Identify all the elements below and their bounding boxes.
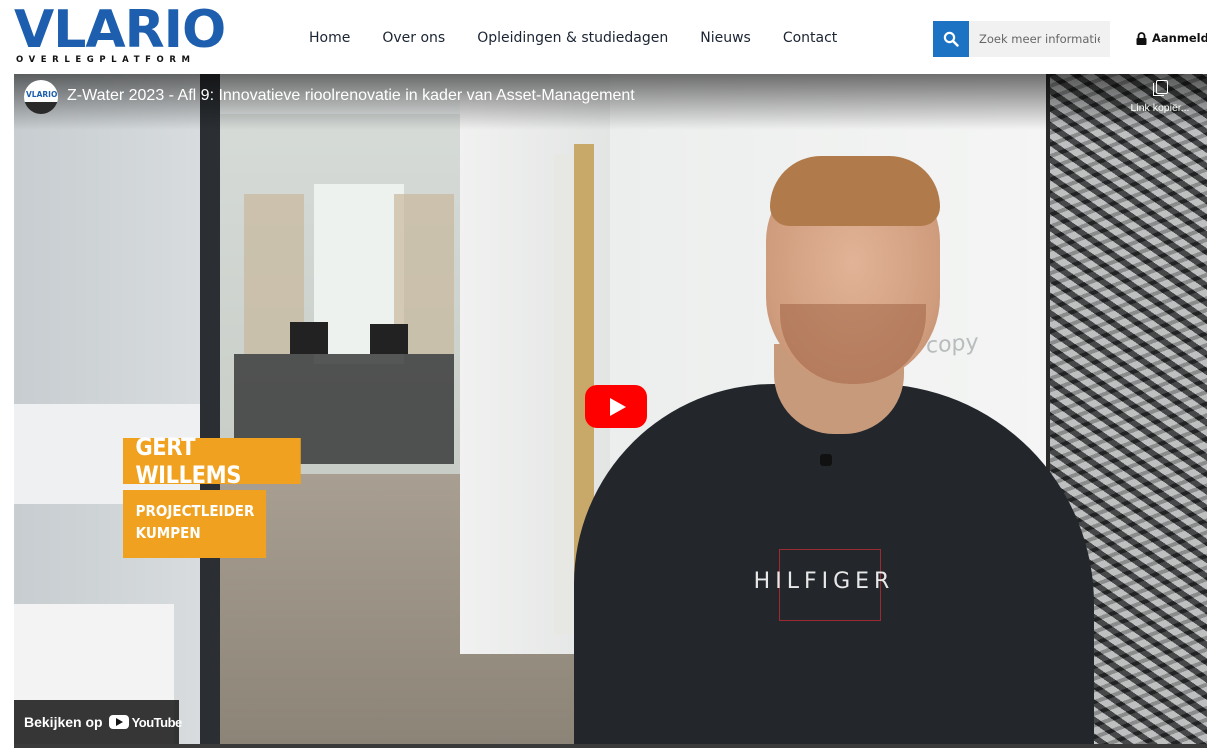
logo-subtitle: OVERLEGPLATFORM [16, 55, 196, 65]
lower-third-company-line: KUMPEN [135, 524, 201, 542]
door [554, 154, 576, 634]
lower-third-role: PROJECTLEIDER KUMPEN [123, 490, 267, 558]
copy-link-label: Link kopiër... [1130, 102, 1190, 114]
logo-wordmark: VLARIO [14, 0, 226, 60]
login-link[interactable]: Aanmelden [1136, 31, 1207, 45]
lower-third-name: GERT WILLEMS [123, 433, 301, 489]
search-button[interactable] [933, 21, 969, 57]
lock-icon [1136, 31, 1147, 45]
video-title[interactable]: Z-Water 2023 - Afl 9: Innovatieve rioolr… [67, 87, 635, 105]
speaker: HILFIGER [574, 114, 1094, 744]
monitor [370, 324, 408, 354]
vlario-logo[interactable]: VLARIO OVERLEGPLATFORM [14, 2, 226, 68]
nav-item-contact[interactable]: Contact [783, 30, 837, 46]
shirt-text: HILFIGER [753, 569, 895, 594]
nav-item-home[interactable]: Home [309, 30, 350, 46]
youtube-wordmark: YouTube [131, 714, 183, 730]
nav-item-nieuws[interactable]: Nieuws [700, 30, 751, 46]
site-header: VLARIO OVERLEGPLATFORM Home Over ons Opl… [0, 0, 1207, 74]
copy-link-button[interactable]: Link kopiër... [1120, 80, 1200, 116]
youtube-play-icon [108, 715, 129, 729]
main-nav: Home Over ons Opleidingen & studiedagen … [309, 30, 869, 46]
nav-item-opleidingen[interactable]: Opleidingen & studiedagen [477, 30, 668, 46]
watch-on-label: Bekijken op [24, 714, 103, 730]
play-button[interactable] [585, 385, 647, 428]
search-icon [943, 31, 959, 47]
lower-third-role-line: PROJECTLEIDER [135, 502, 255, 520]
video-player[interactable]: copy HILFIGER VLARIO Z-Water 2023 - Afl … [14, 74, 1207, 744]
youtube-logo: YouTube [108, 714, 183, 730]
lapel-mic [820, 454, 832, 466]
login-label: Aanmelden [1152, 31, 1207, 45]
video-bottom-edge [14, 744, 1207, 748]
watch-on-youtube-button[interactable]: Bekijken op YouTube [14, 700, 183, 744]
nav-item-over-ons[interactable]: Over ons [382, 30, 445, 46]
search-input[interactable] [969, 21, 1110, 57]
copy-icon [1153, 80, 1168, 96]
monitor [290, 322, 328, 354]
channel-avatar-text: VLARIO [26, 90, 58, 99]
channel-avatar[interactable]: VLARIO [24, 80, 58, 114]
speaker-hair [770, 156, 940, 226]
wall-post [200, 74, 220, 744]
channel-avatar-base [24, 102, 58, 114]
